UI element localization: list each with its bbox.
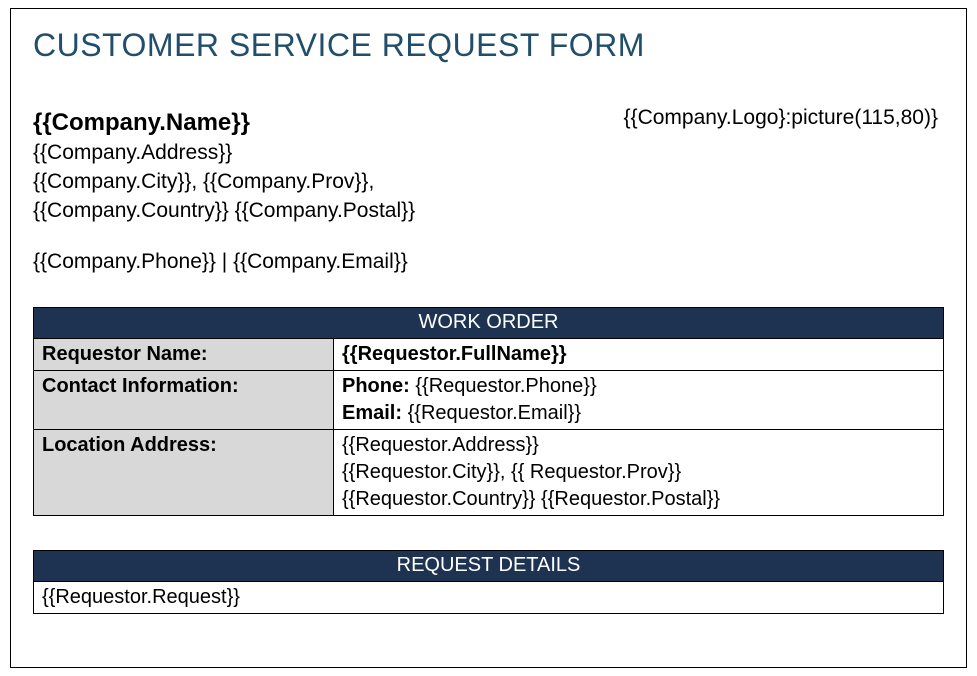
requestor-name-value: {{Requestor.FullName}} <box>334 338 944 370</box>
company-address: {{Company.Address}} <box>33 139 415 168</box>
work-order-table: WORK ORDER Requestor Name: {{Requestor.F… <box>33 307 944 516</box>
company-block: {{Company.Name}} {{Company.Address}} {{C… <box>33 106 415 277</box>
form-title: CUSTOMER SERVICE REQUEST FORM <box>33 27 944 64</box>
work-order-heading: WORK ORDER <box>34 307 944 338</box>
company-phone: {{Company.Phone}} <box>33 250 216 273</box>
location-prov: {{ Requestor.Prov}} <box>511 461 681 483</box>
company-phone-email: {{Company.Phone}} | {{Company.Email}} <box>33 248 415 277</box>
company-postal: {{Company.Postal}} <box>235 199 416 222</box>
location-address: {{Requestor.Address}} <box>342 434 539 456</box>
header-row: {{Company.Name}} {{Company.Address}} {{C… <box>33 106 944 277</box>
company-email: {{Company.Email}} <box>233 250 408 273</box>
request-details-value: {{Requestor.Request}} <box>34 581 944 613</box>
location-label: Location Address: <box>34 429 334 515</box>
location-postal: {{Requestor.Postal}} <box>541 488 720 510</box>
location-city: {{Requestor.City}} <box>342 461 500 483</box>
company-country-postal: {{Company.Country}} {{Company.Postal}} <box>33 197 415 226</box>
form-page: CUSTOMER SERVICE REQUEST FORM {{Company.… <box>10 8 967 668</box>
table-row: Location Address: {{Requestor.Address}} … <box>34 429 944 515</box>
company-country: {{Company.Country}} <box>33 199 229 222</box>
sep-pipe: | <box>216 250 233 273</box>
location-country: {{Requestor.Country}} <box>342 488 535 510</box>
request-details-heading: REQUEST DETAILS <box>34 550 944 581</box>
sep-comma: , <box>191 170 203 193</box>
company-logo-placeholder: {{Company.Logo}:picture(115,80)} <box>624 106 938 130</box>
email-label: Email: <box>342 402 408 424</box>
contact-info-value: Phone: {{Requestor.Phone}} Email: {{Requ… <box>334 370 944 429</box>
company-city: {{Company.City}} <box>33 170 191 193</box>
contact-info-label: Contact Information: <box>34 370 334 429</box>
phone-label: Phone: <box>342 375 415 397</box>
requestor-name-label: Requestor Name: <box>34 338 334 370</box>
company-prov: {{Company.Prov}} <box>203 170 368 193</box>
company-city-prov: {{Company.City}}, {{Company.Prov}}, <box>33 168 415 197</box>
email-value: {{Requestor.Email}} <box>408 402 581 424</box>
table-row: {{Requestor.Request}} <box>34 581 944 613</box>
company-name: {{Company.Name}} <box>33 106 415 139</box>
request-details-table: REQUEST DETAILS {{Requestor.Request}} <box>33 550 944 614</box>
location-value: {{Requestor.Address}} {{Requestor.City}}… <box>334 429 944 515</box>
phone-value: {{Requestor.Phone}} <box>415 375 596 397</box>
table-row: Requestor Name: {{Requestor.FullName}} <box>34 338 944 370</box>
table-row: Contact Information: Phone: {{Requestor.… <box>34 370 944 429</box>
